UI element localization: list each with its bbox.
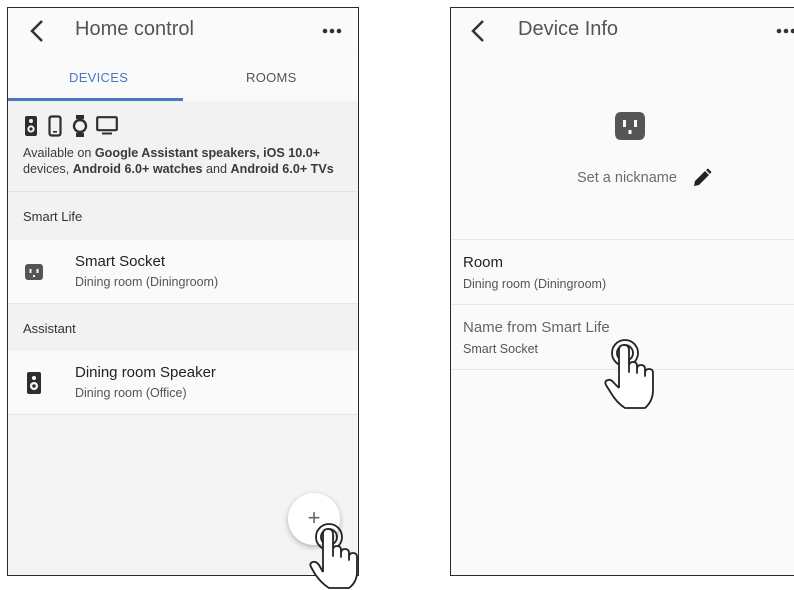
device-room: Dining room (Office)	[75, 386, 187, 400]
app-bar: Device Info	[451, 8, 794, 57]
compat-text-tvs: Android 6.0+ TVs	[230, 162, 334, 176]
chevron-left-icon[interactable]	[463, 16, 493, 46]
section-title: Assistant	[23, 321, 76, 336]
compat-text-pre: Available on	[23, 146, 95, 160]
compat-text-and: and	[202, 162, 231, 176]
row-title: Name from Smart Life	[463, 319, 610, 336]
section-header-smart-life: Smart Life	[8, 192, 358, 240]
tab-devices[interactable]: DEVICES	[69, 70, 128, 85]
pointing-hand-icon	[604, 339, 654, 409]
row-title: Room	[463, 254, 504, 271]
outlet-icon	[615, 112, 645, 140]
compat-text-devices: devices,	[23, 162, 73, 176]
device-row-dining-room-speaker[interactable]: Dining room Speaker Dining room (Office)	[8, 351, 358, 415]
home-control-screen: Home control DEVICES ROOMS Available on …	[7, 7, 359, 576]
outlet-icon	[25, 264, 43, 280]
compatibility-text: Available on Google Assistant speakers, …	[23, 145, 353, 177]
compatibility-banner: Available on Google Assistant speakers, …	[8, 101, 358, 192]
device-header: Set a nickname	[451, 56, 794, 240]
pointing-hand-icon	[309, 523, 358, 589]
device-row-smart-socket[interactable]: Smart Socket Dining room (Diningroom)	[8, 240, 358, 304]
more-horiz-icon[interactable]	[320, 22, 344, 40]
speaker-icon	[25, 116, 37, 136]
compat-text-speakers: Google Assistant speakers, iOS 10.0+	[94, 146, 321, 160]
more-horiz-icon[interactable]	[774, 22, 794, 40]
device-info-screen: Device Info Set a nickname Room Dining r…	[450, 7, 794, 576]
row-value: Smart Socket	[463, 342, 539, 356]
chevron-left-icon[interactable]	[22, 16, 52, 46]
section-header-assistant: Assistant	[8, 304, 358, 352]
compat-text-watches: Android 6.0+ watches	[72, 162, 203, 176]
app-bar: Home control	[8, 8, 358, 54]
phone-icon	[48, 115, 62, 137]
tab-rooms[interactable]: ROOMS	[246, 70, 297, 85]
pencil-icon[interactable]	[692, 168, 712, 188]
nickname-field[interactable]: Set a nickname	[577, 170, 677, 186]
device-room: Dining room (Diningroom)	[75, 275, 219, 289]
page-title: Home control	[75, 18, 194, 40]
info-row-room[interactable]: Room Dining room (Diningroom)	[451, 240, 794, 305]
section-title: Smart Life	[23, 209, 83, 224]
device-name: Dining room Speaker	[75, 364, 216, 381]
speaker-icon	[27, 372, 41, 394]
page-title: Device Info	[518, 18, 619, 40]
tab-bar: DEVICES ROOMS	[8, 54, 358, 102]
tv-icon	[96, 116, 118, 135]
watch-icon	[72, 115, 88, 137]
device-name: Smart Socket	[75, 253, 166, 270]
row-value: Dining room (Diningroom)	[463, 277, 607, 291]
